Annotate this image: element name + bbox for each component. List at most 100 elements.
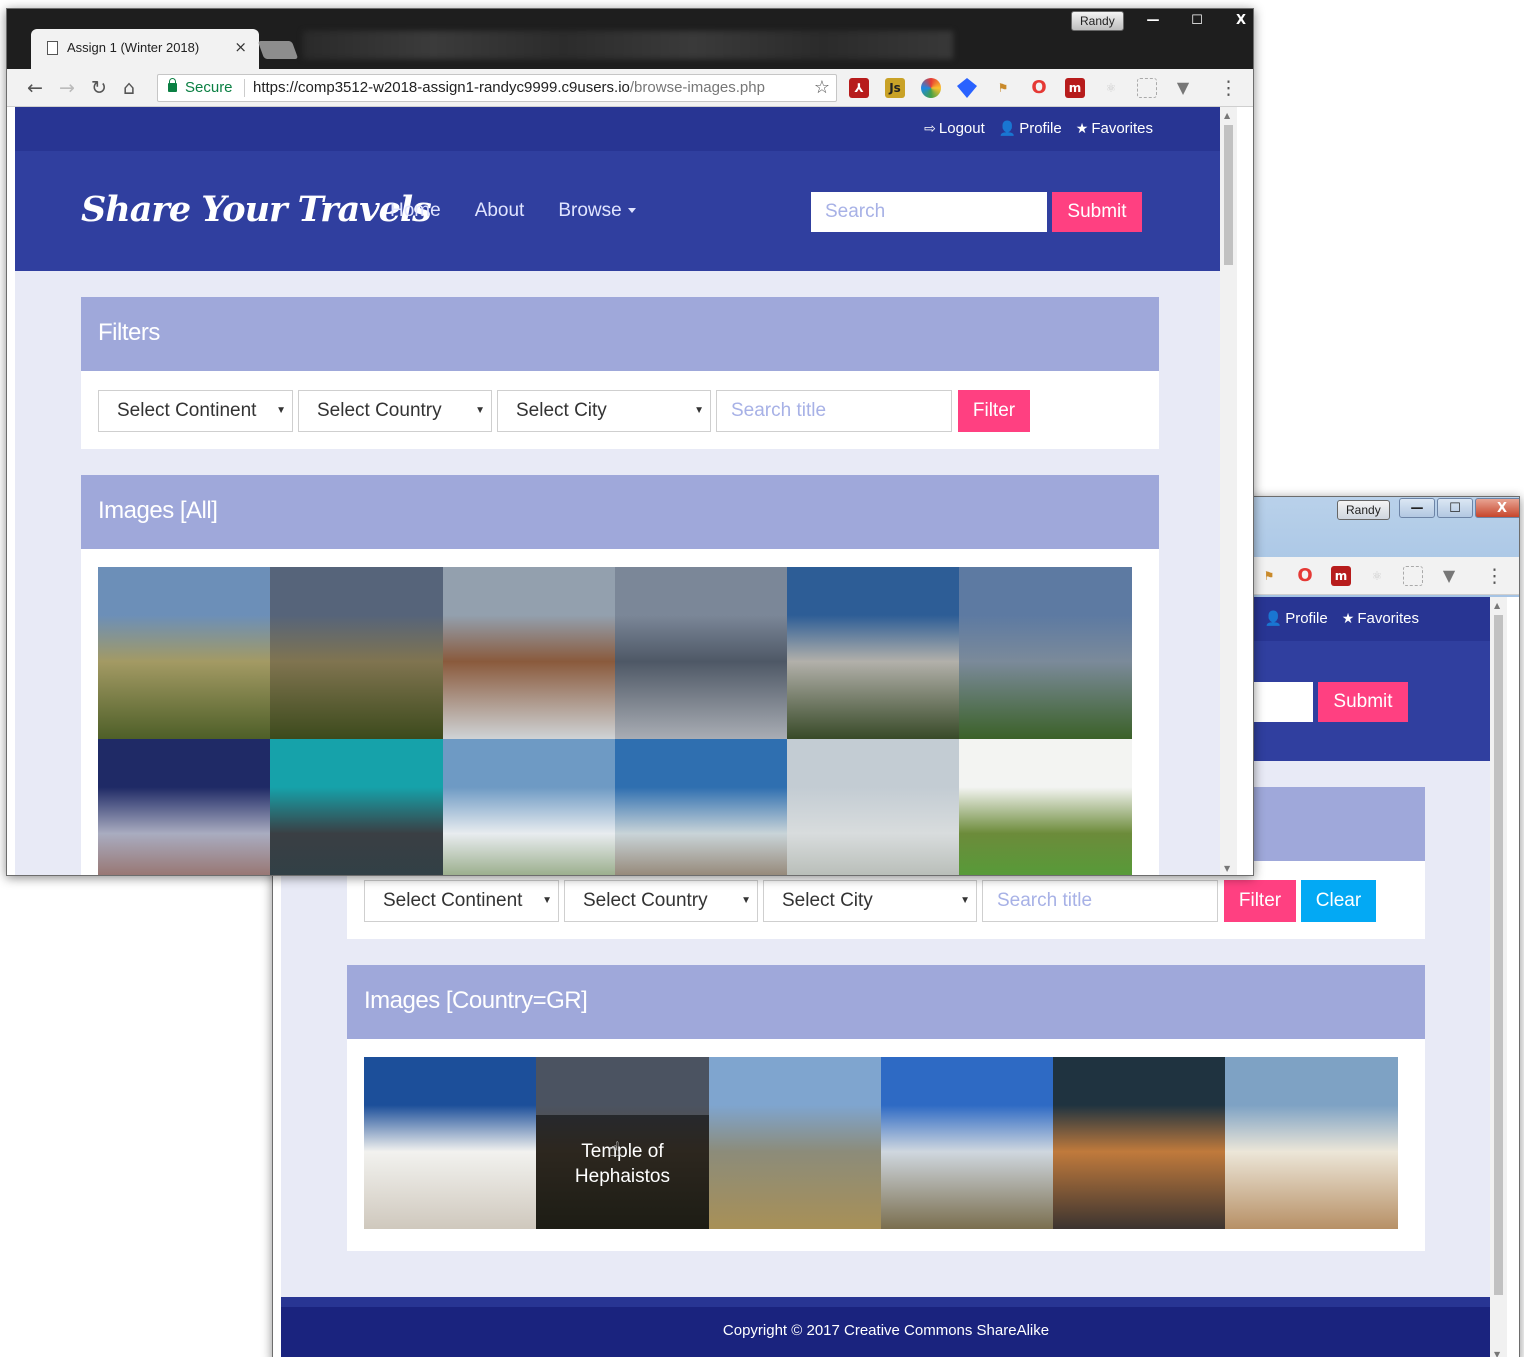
image-thumbnail[interactable] [614,567,788,739]
nav-browse[interactable]: Browse [558,200,636,222]
user-badge[interactable]: Randy [1071,11,1124,31]
js-extension-icon[interactable]: Js [885,78,905,98]
url-path: /browse-images.php [629,79,765,96]
grey-extension-icon[interactable] [1403,566,1423,586]
image-thumbnail[interactable] [959,739,1132,875]
image-thumbnail[interactable] [708,1057,881,1229]
vue-extension-icon[interactable]: ▼ [1173,78,1193,98]
image-thumbnail[interactable] [787,739,960,875]
image-caption-overlay: Temple of Hephaistos [536,1115,709,1229]
continent-select[interactable]: Select Continent ▼ [98,390,293,432]
scroll-down-icon[interactable]: ▼ [1494,1350,1500,1357]
image-thumbnail[interactable] [98,739,271,875]
pdf-extension-icon[interactable]: ⅄ [849,78,869,98]
scroll-up-icon[interactable]: ▲ [1494,601,1500,610]
image-thumbnail[interactable] [787,567,960,739]
dropdown-arrow-icon: ▼ [542,895,552,906]
image-thumbnail[interactable] [364,1057,537,1229]
flag-extension-icon[interactable]: ⚑ [1259,566,1279,586]
new-tab-button[interactable] [257,41,299,59]
image-thumbnail[interactable] [614,739,788,875]
profile-link[interactable]: 👤 Profile [1265,610,1328,627]
react-extension-icon[interactable]: ⚛ [1367,566,1387,586]
image-thumbnail[interactable] [442,739,615,875]
continent-select[interactable]: Select Continent ▼ [364,880,559,922]
scroll-thumb[interactable] [1224,125,1233,265]
city-select[interactable]: Select City ▼ [763,880,977,922]
logout-link[interactable]: ⇨Logout [924,120,985,137]
user-icon: 👤 [1264,610,1283,626]
image-grid: Temple of Hephaistos ☝ [364,1057,1398,1229]
home-icon[interactable]: ⌂ [123,77,135,99]
clear-button[interactable]: Clear [1301,880,1376,922]
image-thumbnail[interactable] [98,567,271,739]
submit-button[interactable]: Submit [1318,682,1408,722]
back-icon[interactable]: ← [27,77,43,99]
color-extension-icon[interactable] [921,78,941,98]
close-window-button[interactable]: X [1219,9,1253,31]
viewport: ⇨Logout 👤Profile ★Favorites Share Your T… [15,107,1225,875]
favorites-link[interactable]: ★ Favorites [1076,120,1153,137]
vertical-scrollbar[interactable]: ▲ ▼ [1490,597,1507,1357]
city-select-value: Select City [516,400,607,421]
page: ⇨Logout 👤Profile ★Favorites Share Your T… [15,107,1225,875]
user-badge[interactable]: Randy [1337,500,1390,520]
country-select[interactable]: Select Country ▼ [564,880,758,922]
favorites-link[interactable]: ★ Favorites [1342,610,1419,627]
images-panel: Images [Country=GR] Temple of Hephaistos… [347,965,1425,1251]
image-thumbnail[interactable] [1053,1057,1226,1229]
opera-extension-icon[interactable]: O [1295,566,1315,586]
city-select[interactable]: Select City ▼ [497,390,711,432]
image-thumbnail[interactable] [270,739,443,875]
minimize-button[interactable]: — [1399,498,1435,518]
grey-extension-icon[interactable] [1137,78,1157,98]
reload-icon[interactable]: ↻ [91,77,107,99]
image-thumbnail[interactable] [959,567,1132,739]
title-search-input[interactable] [716,390,952,432]
submit-button[interactable]: Submit [1052,192,1142,232]
opera-extension-icon[interactable]: O [1029,78,1049,98]
image-grid [98,567,1132,875]
top-bar: ⇨Logout 👤Profile ★Favorites [15,107,1225,151]
image-thumbnail[interactable]: Temple of Hephaistos ☝ [536,1057,709,1229]
react-extension-icon[interactable]: ⚛ [1101,78,1121,98]
nav-home[interactable]: Home [390,200,441,222]
country-select[interactable]: Select Country ▼ [298,390,492,432]
flag-extension-icon[interactable]: ⚑ [993,78,1013,98]
scroll-down-icon[interactable]: ▼ [1224,864,1230,873]
address-bar[interactable]: Secure https://comp3512-w2018-assign1-ra… [157,74,837,102]
blue-extension-icon[interactable] [957,78,977,98]
image-thumbnail[interactable] [880,1057,1054,1229]
image-thumbnail[interactable] [1225,1057,1398,1229]
red-extension-icon[interactable]: m [1065,78,1085,98]
dropdown-arrow-icon: ▼ [694,405,704,416]
menu-icon[interactable]: ⋮ [1219,77,1238,99]
menu-icon[interactable]: ⋮ [1485,565,1504,587]
maximize-button[interactable]: ☐ [1437,498,1473,518]
footer: Copyright © 2017 Creative Commons ShareA… [281,1297,1491,1357]
forward-icon[interactable]: → [59,77,75,99]
scroll-thumb[interactable] [1494,615,1503,1295]
maximize-button[interactable]: ☐ [1175,9,1219,31]
close-window-button[interactable]: X [1475,498,1519,518]
image-thumbnail[interactable] [270,567,443,739]
dropdown-arrow-icon: ▼ [960,895,970,906]
title-search-input[interactable] [982,880,1218,922]
vertical-scrollbar[interactable]: ▲ ▼ [1220,107,1237,875]
nav-about[interactable]: About [475,200,525,222]
search-input[interactable] [811,192,1047,232]
caret-down-icon [627,208,636,214]
red-extension-icon[interactable]: m [1331,566,1351,586]
scroll-up-icon[interactable]: ▲ [1224,111,1230,120]
filter-button[interactable]: Filter [1224,880,1296,922]
bookmark-star-icon[interactable]: ☆ [814,77,830,98]
url-text[interactable]: https://comp3512-w2018-assign1-randyc999… [253,79,765,96]
filter-button[interactable]: Filter [958,390,1030,432]
vue-extension-icon[interactable]: ▼ [1439,566,1459,586]
browser-tab[interactable]: Assign 1 (Winter 2018) × [31,29,259,69]
minimize-button[interactable]: — [1131,9,1175,31]
profile-link[interactable]: 👤 Profile [999,120,1062,137]
image-thumbnail[interactable] [442,567,615,739]
tab-close-icon[interactable]: × [234,38,247,56]
brand-logo[interactable]: Share Your Travels [81,189,432,230]
